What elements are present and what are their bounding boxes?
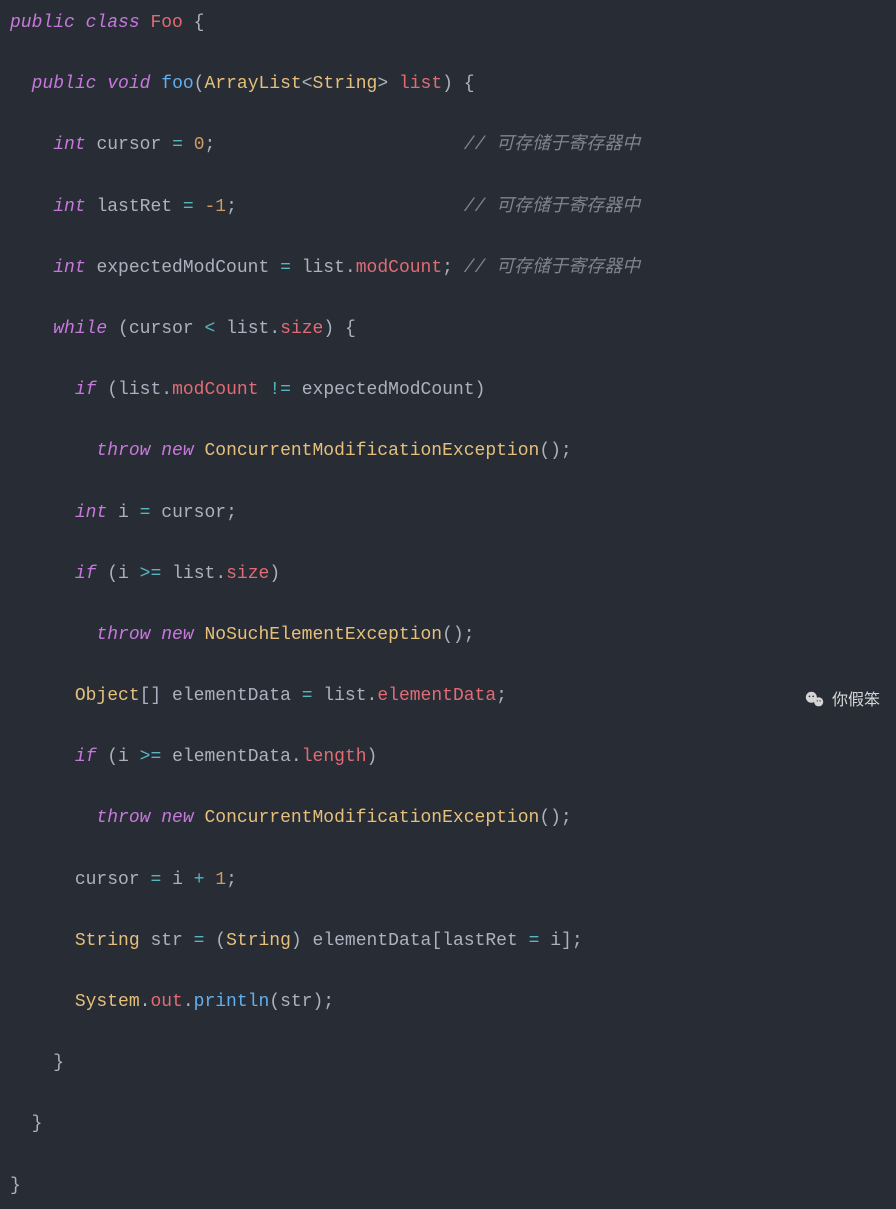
keyword-void: void <box>107 74 150 94</box>
var-expected: expectedModCount <box>96 258 269 278</box>
watermark: 你假笨 <box>804 687 880 714</box>
wechat-icon <box>804 689 826 711</box>
field-modcount: modCount <box>356 258 442 278</box>
keyword-throw: throw <box>96 808 150 828</box>
keyword-int: int <box>53 197 85 217</box>
var-cursor: cursor <box>96 135 161 155</box>
literal-zero: 0 <box>194 135 205 155</box>
watermark-text: 你假笨 <box>832 687 880 714</box>
field-out: out <box>150 992 182 1012</box>
keyword-public: public <box>10 13 75 33</box>
keyword-throw: throw <box>96 625 150 645</box>
field-length: length <box>302 747 367 767</box>
exception-cme: ConcurrentModificationException <box>204 441 539 461</box>
literal-negone: -1 <box>205 197 227 217</box>
comment: // 可存储于寄存器中 <box>464 135 640 155</box>
keyword-new: new <box>161 441 193 461</box>
keyword-while: while <box>53 319 107 339</box>
exception-nsee: NoSuchElementException <box>204 625 442 645</box>
keyword-new: new <box>161 625 193 645</box>
comment: // 可存储于寄存器中 <box>464 258 640 278</box>
type-arraylist: ArrayList <box>204 74 301 94</box>
keyword-class: class <box>86 13 140 33</box>
field-size: size <box>280 319 323 339</box>
keyword-new: new <box>161 808 193 828</box>
field-elementdata: elementData <box>377 686 496 706</box>
keyword-if: if <box>75 564 97 584</box>
keyword-public: public <box>32 74 97 94</box>
literal-one: 1 <box>215 870 226 890</box>
method-name: foo <box>161 74 193 94</box>
var-lastret: lastRet <box>96 197 172 217</box>
keyword-int: int <box>75 503 107 523</box>
class-name: Foo <box>150 13 182 33</box>
keyword-if: if <box>75 747 97 767</box>
param-list: list <box>399 74 442 94</box>
comment: // 可存储于寄存器中 <box>464 197 640 217</box>
var-elementdata: elementData <box>172 686 291 706</box>
keyword-throw: throw <box>96 441 150 461</box>
keyword-if: if <box>75 380 97 400</box>
method-println: println <box>194 992 270 1012</box>
type-system: System <box>75 992 140 1012</box>
type-string: String <box>313 74 378 94</box>
var-i: i <box>118 503 129 523</box>
keyword-int: int <box>53 258 85 278</box>
exception-cme: ConcurrentModificationException <box>204 808 539 828</box>
code-block: public class Foo { public void foo(Array… <box>0 0 896 1209</box>
keyword-int: int <box>53 135 85 155</box>
type-string: String <box>75 931 140 951</box>
type-object: Object <box>75 686 140 706</box>
var-str: str <box>150 931 182 951</box>
